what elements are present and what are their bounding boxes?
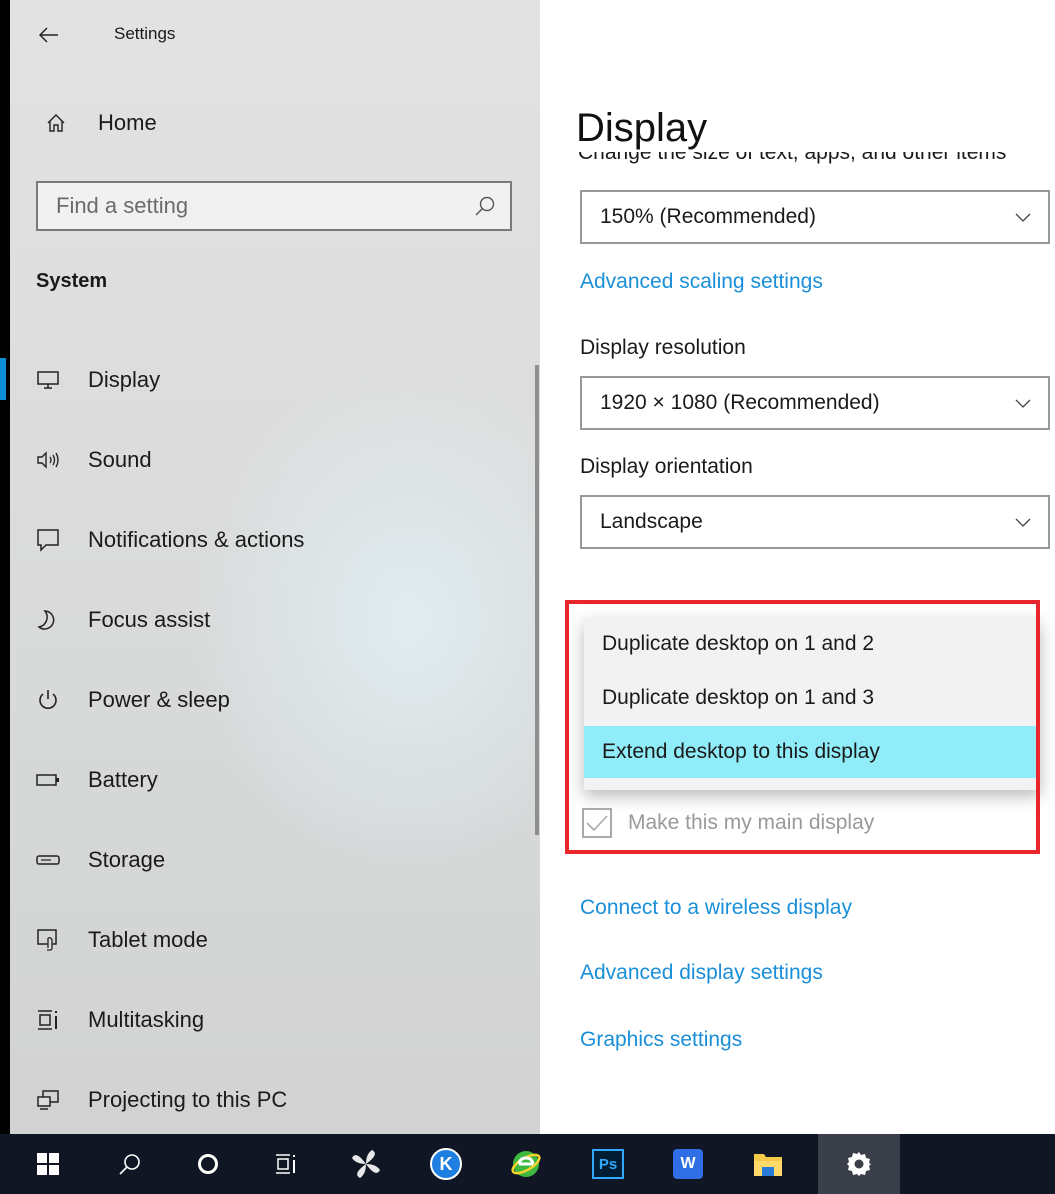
taskbar-search-button[interactable] <box>100 1134 160 1194</box>
file-explorer-button[interactable] <box>738 1134 798 1194</box>
sidebar-item-battery[interactable]: Battery <box>10 740 530 820</box>
ie-browser-button[interactable] <box>496 1134 556 1194</box>
orientation-select[interactable]: Landscape <box>580 495 1050 549</box>
page-title: Display <box>576 106 708 150</box>
projecting-icon <box>34 1086 62 1114</box>
checkmark-icon <box>586 815 608 832</box>
storage-icon <box>34 846 62 874</box>
chevron-down-icon <box>1015 399 1031 408</box>
sidebar-item-storage[interactable]: Storage <box>10 820 530 900</box>
sidebar-item-label: Tablet mode <box>88 927 208 952</box>
battery-icon <box>34 766 62 794</box>
search-icon[interactable] <box>474 195 496 217</box>
sidebar-item-label: Focus assist <box>88 607 211 632</box>
graphics-settings-link[interactable]: Graphics settings <box>580 1028 742 1052</box>
sidebar-item-focus-assist[interactable]: Focus assist <box>10 580 530 660</box>
chevron-down-icon <box>1015 213 1031 222</box>
windows-start-icon <box>37 1153 59 1175</box>
resolution-label: Display resolution <box>580 336 746 359</box>
main-display-checkbox[interactable] <box>582 808 612 838</box>
file-explorer-icon <box>754 1154 782 1176</box>
tablet-mode-icon <box>34 926 62 954</box>
sidebar-item-notifications[interactable]: Notifications & actions <box>10 500 530 580</box>
sidebar-item-label: Battery <box>88 767 158 792</box>
wps-office-button[interactable]: W <box>658 1134 718 1194</box>
sidebar-item-label: Sound <box>88 447 152 472</box>
sidebar-item-display[interactable]: Display <box>0 340 530 420</box>
nav-list: Display Sound Notifications & actions Fo… <box>0 340 530 1140</box>
moon-icon <box>34 606 62 634</box>
dropdown-option-duplicate-1-3[interactable]: Duplicate desktop on 1 and 3 <box>584 672 1040 724</box>
scale-description: Change the size of text, apps, and other… <box>578 152 1007 164</box>
home-icon <box>47 114 65 132</box>
home-label: Home <box>98 110 157 135</box>
wps-office-icon: W <box>673 1149 703 1179</box>
settings-taskbar-button[interactable] <box>818 1134 900 1194</box>
title-bar: Settings <box>10 0 540 70</box>
home-nav-item[interactable]: Home <box>46 110 157 136</box>
k-app-button[interactable]: K <box>416 1134 476 1194</box>
chevron-down-icon <box>1015 518 1031 527</box>
taskbar: K Ps W <box>0 1134 1055 1194</box>
photoshop-icon: Ps <box>592 1149 624 1179</box>
sidebar-scrollbar[interactable] <box>535 365 539 835</box>
section-title-system: System <box>36 270 108 292</box>
pinwheel-app-button[interactable] <box>336 1134 396 1194</box>
advanced-scaling-link[interactable]: Advanced scaling settings <box>580 270 823 294</box>
cortana-button[interactable] <box>178 1134 238 1194</box>
dropdown-option-duplicate-1-2[interactable]: Duplicate desktop on 1 and 2 <box>584 618 1040 670</box>
photoshop-button[interactable]: Ps <box>578 1134 638 1194</box>
sidebar-item-tablet-mode[interactable]: Tablet mode <box>10 900 530 980</box>
speaker-icon <box>34 446 62 474</box>
back-arrow-icon <box>39 27 58 43</box>
multiple-displays-dropdown: Duplicate desktop on 1 and 2 Duplicate d… <box>584 618 1040 790</box>
window-edge <box>0 0 10 1134</box>
orientation-label: Display orientation <box>580 455 753 478</box>
orientation-select-value: Landscape <box>600 510 703 533</box>
scale-select-value: 150% (Recommended) <box>600 205 816 228</box>
sidebar-item-sound[interactable]: Sound <box>10 420 530 500</box>
scale-select[interactable]: 150% (Recommended) <box>580 190 1050 244</box>
k-app-icon: K <box>430 1148 462 1180</box>
task-view-button[interactable] <box>256 1134 316 1194</box>
scale-description-clipped: Change the size of text, apps, and other… <box>578 152 1006 172</box>
photoshop-label: Ps <box>598 1155 618 1173</box>
sidebar-item-projecting[interactable]: Projecting to this PC <box>10 1060 530 1140</box>
main-display-checkbox-label: Make this my main display <box>628 811 875 834</box>
task-view-icon <box>276 1154 295 1174</box>
sidebar-item-label: Multitasking <box>88 1007 205 1032</box>
pinwheel-app-icon <box>352 1150 380 1178</box>
notifications-icon <box>34 526 62 554</box>
multitasking-icon <box>34 1006 62 1034</box>
main-display-checkbox-row[interactable]: Make this my main display <box>582 808 874 838</box>
settings-sidebar: Settings Home System Display Sound Notif… <box>0 0 540 1134</box>
ie-browser-icon <box>511 1151 541 1177</box>
sidebar-item-power-sleep[interactable]: Power & sleep <box>10 660 530 740</box>
sidebar-item-label: Display <box>88 367 161 392</box>
wps-label: W <box>680 1155 696 1172</box>
power-icon <box>34 686 62 714</box>
settings-gear-icon <box>847 1152 871 1176</box>
back-button[interactable] <box>32 18 66 52</box>
sidebar-item-label: Storage <box>88 847 166 872</box>
resolution-select[interactable]: 1920 × 1080 (Recommended) <box>580 376 1050 430</box>
dropdown-option-extend[interactable]: Extend desktop to this display <box>584 726 1040 778</box>
resolution-select-value: 1920 × 1080 (Recommended) <box>600 391 880 414</box>
sidebar-item-multitasking[interactable]: Multitasking <box>10 980 530 1060</box>
monitor-icon <box>34 366 62 394</box>
app-title: Settings <box>114 24 176 43</box>
start-button[interactable] <box>18 1134 78 1194</box>
search-box[interactable] <box>36 181 512 231</box>
display-settings-panel: Display Change the size of text, apps, a… <box>540 0 1055 1134</box>
sidebar-item-label: Notifications & actions <box>88 527 305 552</box>
search-input[interactable] <box>56 193 456 219</box>
sidebar-item-label: Power & sleep <box>88 687 230 712</box>
sidebar-item-label: Projecting to this PC <box>88 1087 288 1112</box>
advanced-display-link[interactable]: Advanced display settings <box>580 961 823 985</box>
wireless-display-link[interactable]: Connect to a wireless display <box>580 896 852 920</box>
k-app-label: K <box>439 1153 453 1174</box>
search-icon <box>119 1154 140 1175</box>
cortana-icon <box>198 1154 218 1174</box>
